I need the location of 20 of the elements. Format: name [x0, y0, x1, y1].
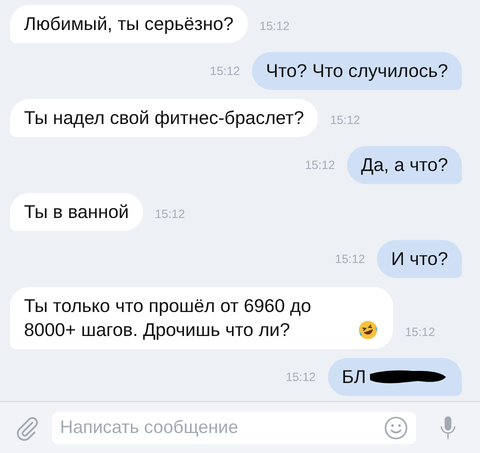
message-time: 15:12 — [335, 252, 366, 266]
message-text: Что? Что случилось? — [266, 59, 448, 83]
message-input-field[interactable]: Написать сообщение — [52, 412, 416, 444]
message-time: 15:12 — [304, 158, 335, 172]
message-text: Любимый, ты серьёзно? — [24, 12, 234, 36]
paperclip-icon[interactable] — [14, 414, 40, 440]
message-text: БЛ — [342, 365, 366, 389]
message-time: 15:12 — [260, 19, 290, 33]
message-time: 15:12 — [210, 64, 240, 78]
message-text: Да, а что? — [360, 153, 448, 177]
message-time: 15:12 — [405, 325, 436, 339]
message-text: Ты в ванной — [24, 200, 129, 224]
message-text: И что? — [391, 247, 448, 271]
smiley-icon[interactable] — [384, 416, 408, 440]
message-time: 15:12 — [286, 370, 316, 384]
message-time: 15:12 — [154, 207, 185, 221]
message-time: 15:12 — [330, 113, 360, 127]
microphone-icon[interactable] — [438, 414, 458, 440]
message-text: Ты надел свой фитнес-браслет? — [24, 106, 304, 130]
message-text: Ты только что прошёл от 6960 до 8000+ шагов. Дрочишь что ли? — [24, 294, 312, 342]
